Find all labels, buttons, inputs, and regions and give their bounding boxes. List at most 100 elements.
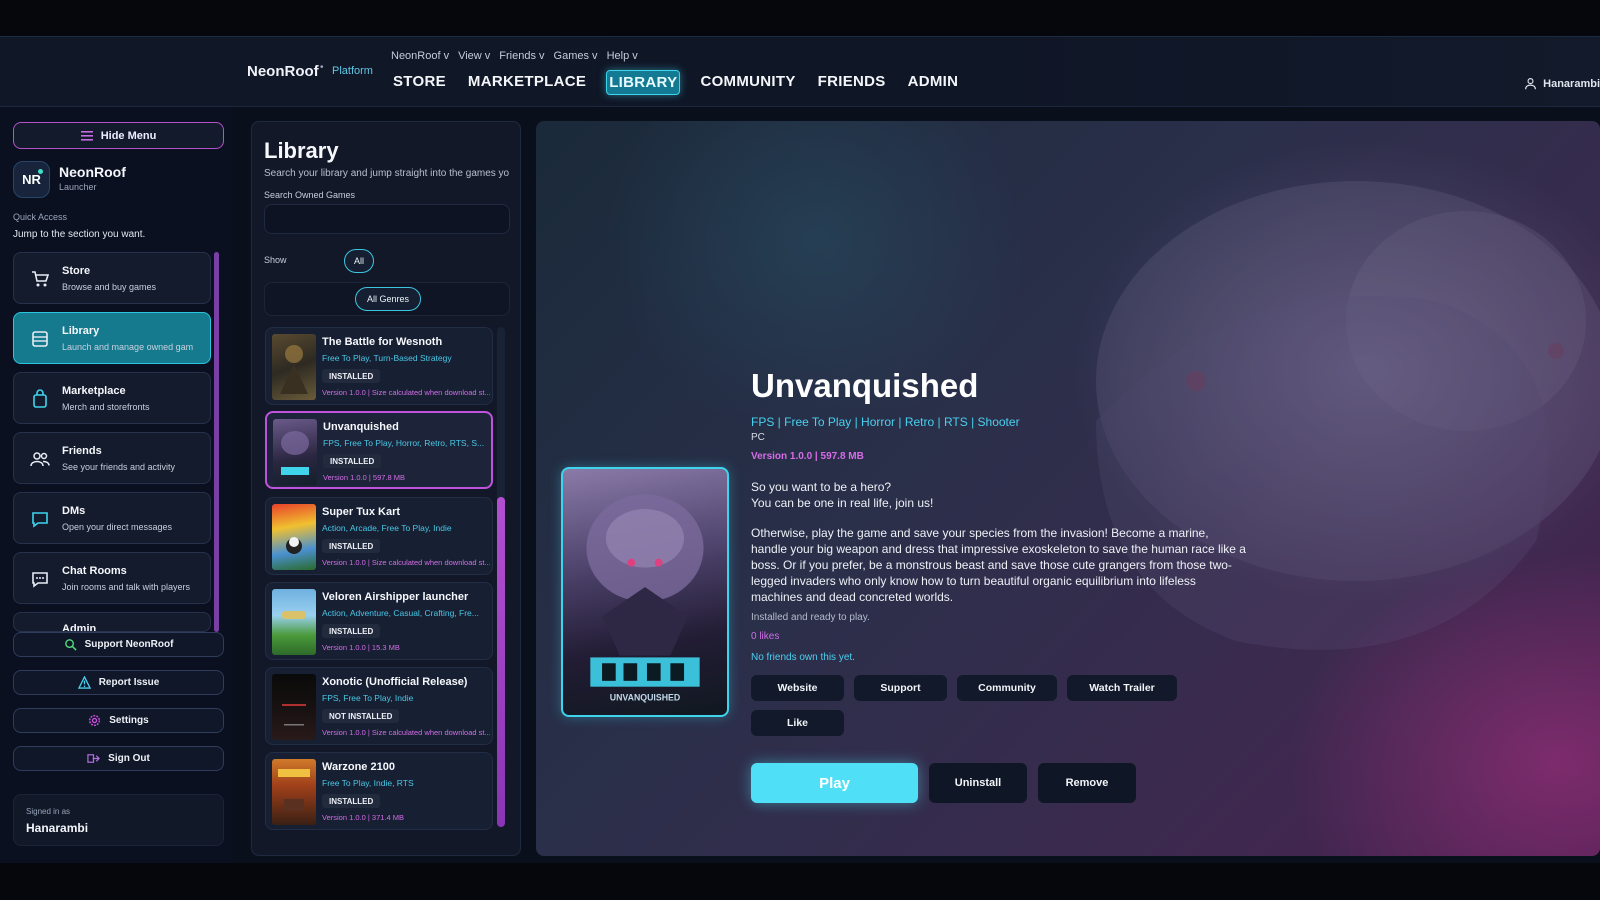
menu-help[interactable]: Help v (607, 50, 638, 62)
website-button[interactable]: Website (751, 675, 844, 701)
sign-out-button[interactable]: Sign Out (13, 746, 224, 771)
list-scrollbar-thumb[interactable] (497, 497, 505, 827)
warning-icon (77, 676, 91, 689)
sidebar-item-desc: Launch and manage owned gam (62, 342, 194, 352)
sidebar-item-label: Friends (62, 445, 102, 457)
sidebar-item-library[interactable]: Library Launch and manage owned gam (13, 312, 211, 364)
library-title: Library (264, 138, 339, 163)
sidebar-item-desc: Join rooms and talk with players (62, 582, 191, 592)
brand-separator: • (320, 62, 324, 73)
menu-neonroof[interactable]: NeonRoof v (391, 50, 449, 62)
game-thumbnail (272, 589, 316, 655)
sidebar-item-admin[interactable]: Admin (13, 612, 211, 632)
game-status-badge: INSTALLED (322, 624, 381, 638)
tab-library[interactable]: LIBRARY (606, 70, 681, 95)
tab-marketplace[interactable]: MARKETPLACE (466, 70, 588, 95)
sidebar-item-label: Admin (62, 623, 97, 632)
game-title: Warzone 2100 (322, 761, 395, 773)
play-button[interactable]: Play (751, 763, 918, 803)
game-tagline: So you want to be a hero? You can be one… (751, 479, 1241, 511)
game-thumbnail (272, 674, 316, 740)
show-filter-all[interactable]: All (344, 249, 374, 273)
game-status-badge: INSTALLED (322, 369, 381, 383)
game-tags[interactable]: FPS | Free To Play | Horror | Retro | RT… (751, 415, 1020, 429)
install-status: Installed and ready to play. (751, 612, 870, 623)
menu-view[interactable]: View v (458, 50, 490, 62)
game-genres: Free To Play, Indie, RTS (322, 778, 414, 788)
app-window: NeonRoof • Platform NeonRoof v View v Fr… (0, 36, 1600, 863)
game-thumbnail (273, 419, 317, 485)
game-thumbnail (272, 504, 316, 570)
sidebar-item-desc: Browse and buy games (62, 282, 157, 292)
sidebar-item-label: Chat Rooms (62, 565, 127, 577)
menu-games[interactable]: Games v (554, 50, 598, 62)
genre-filter-row: All Genres (264, 282, 510, 316)
quick-access-title: Quick Access (13, 212, 68, 222)
menu-friends[interactable]: Friends v (499, 50, 544, 62)
game-status-badge: INSTALLED (322, 794, 381, 808)
cart-icon (32, 271, 50, 287)
community-button[interactable]: Community (957, 675, 1057, 701)
sidebar-item-label: Store (62, 265, 91, 277)
game-genres: Action, Arcade, Free To Play, Indie (322, 523, 452, 533)
sidebar-scrollbar[interactable] (214, 252, 219, 632)
user-icon (1525, 78, 1537, 90)
sidebar-item-marketplace[interactable]: Marketplace Merch and storefronts (13, 372, 211, 424)
support-icon (64, 639, 77, 651)
watch-trailer-button[interactable]: Watch Trailer (1067, 675, 1177, 701)
tab-store[interactable]: STORE (391, 70, 448, 95)
game-title: The Battle for Wesnoth (322, 336, 443, 348)
game-card-wesnoth[interactable]: The Battle for Wesnoth Free To Play, Tur… (265, 327, 493, 405)
sign-out-icon (87, 754, 101, 763)
game-title-heading: Unvanquished (751, 367, 979, 404)
sidebar-item-desc: Open your direct messages (62, 522, 173, 532)
report-issue-label: Report Issue (98, 677, 160, 688)
support-button[interactable]: Support NeonRoof (13, 632, 224, 657)
support-link-button[interactable]: Support (854, 675, 947, 701)
uninstall-button[interactable]: Uninstall (929, 763, 1027, 803)
signed-in-user: Hanarambi (26, 821, 89, 835)
sidebar-item-friends[interactable]: Friends See your friends and activity (13, 432, 211, 484)
game-version-size: Version 1.0.0 | 597.8 MB (751, 451, 864, 462)
search-label: Search Owned Games (264, 190, 356, 200)
like-button[interactable]: Like (751, 710, 844, 736)
tab-friends[interactable]: FRIENDS (816, 70, 888, 95)
game-version: Version 1.0.0 | Size calculated when dow… (322, 388, 490, 397)
remove-button[interactable]: Remove (1038, 763, 1136, 803)
gear-icon (89, 714, 101, 727)
brand-name: NeonRoof (247, 63, 319, 80)
friends-own-status: No friends own this yet. (751, 652, 855, 663)
library-panel: Library Search your library and jump str… (251, 121, 521, 856)
game-thumbnail (272, 759, 316, 825)
sidebar-item-desc: See your friends and activity (62, 462, 176, 472)
cover-logo-text: UNVANQUISHED (610, 692, 680, 702)
sidebar-item-dms[interactable]: DMs Open your direct messages (13, 492, 211, 544)
game-genres: Free To Play, Turn-Based Strategy (322, 353, 452, 363)
game-card-supertuxkart[interactable]: Super Tux Kart Action, Arcade, Free To P… (265, 497, 493, 575)
sidebar-item-label: Library (62, 325, 100, 337)
user-menu[interactable]: Hanarambi (1524, 77, 1600, 90)
game-platform: PC (751, 432, 765, 443)
game-card-veloren[interactable]: Veloren Airshipper launcher Action, Adve… (265, 582, 493, 660)
tab-admin[interactable]: ADMIN (906, 70, 961, 95)
user-name: Hanarambi (1543, 77, 1600, 90)
hide-menu-button[interactable]: Hide Menu (13, 122, 224, 149)
game-card-xonotic[interactable]: Xonotic (Unofficial Release) FPS, Free T… (265, 667, 493, 745)
sidebar: Hide Menu NR NeonRoof Launcher Quick Acc… (0, 107, 232, 863)
game-card-unvanquished[interactable]: Unvanquished FPS, Free To Play, Horror, … (265, 411, 493, 489)
hide-menu-label: Hide Menu (100, 129, 157, 142)
game-description: Otherwise, play the game and save your s… (751, 526, 1246, 604)
game-card-warzone[interactable]: Warzone 2100 Free To Play, Indie, RTS IN… (265, 752, 493, 830)
sidebar-item-chat-rooms[interactable]: Chat Rooms Join rooms and talk with play… (13, 552, 211, 604)
settings-label: Settings (109, 715, 149, 726)
sidebar-item-store[interactable]: Store Browse and buy games (13, 252, 211, 304)
report-issue-button[interactable]: Report Issue (13, 670, 224, 695)
genre-filter-button[interactable]: All Genres (355, 287, 421, 311)
chat-icon (32, 572, 48, 588)
signed-in-label: Signed in as (26, 807, 71, 816)
search-input[interactable] (264, 204, 510, 234)
library-icon (32, 331, 48, 347)
settings-button[interactable]: Settings (13, 708, 224, 733)
game-version: Version 1.0.0 | 597.8 MB (323, 473, 405, 482)
tab-community[interactable]: COMMUNITY (698, 70, 797, 95)
